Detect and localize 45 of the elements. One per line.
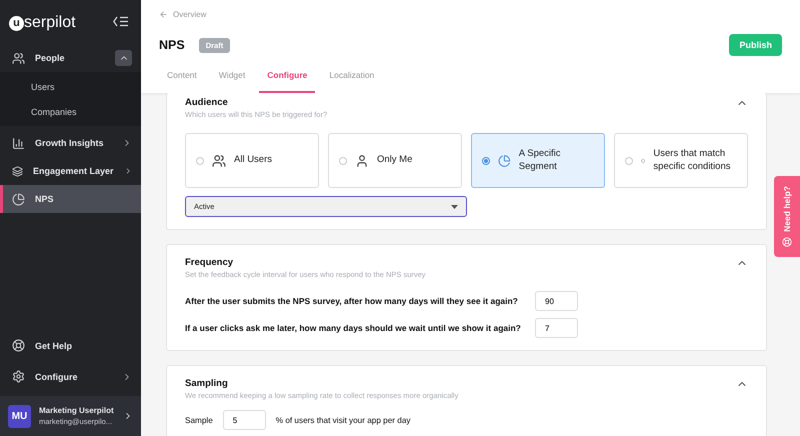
sidebar-subitem[interactable]: Companies bbox=[0, 99, 141, 124]
back-arrow-icon bbox=[159, 10, 168, 19]
radio-icon bbox=[339, 156, 347, 164]
logo-text: serpilot bbox=[24, 14, 76, 32]
caret-icon bbox=[451, 204, 458, 208]
layers-icon bbox=[12, 164, 23, 178]
radio-icon bbox=[482, 156, 490, 164]
pie-chart-icon bbox=[498, 154, 511, 168]
people-icon bbox=[12, 52, 25, 64]
expand-toggle-icon[interactable] bbox=[115, 50, 132, 66]
pie-chart-icon bbox=[12, 192, 25, 206]
section-title: Sampling bbox=[185, 378, 229, 389]
section-title: Frequency bbox=[185, 257, 234, 268]
radio-icon bbox=[625, 156, 633, 164]
bar-chart-icon bbox=[12, 136, 25, 150]
sidebar-item[interactable]: People bbox=[0, 44, 141, 72]
sidebar-item[interactable]: Engagement Layer bbox=[0, 157, 141, 185]
audience-option[interactable]: All Users bbox=[185, 133, 319, 188]
settings-icon bbox=[12, 370, 25, 383]
person-icon bbox=[355, 154, 369, 168]
help-icon bbox=[782, 237, 792, 248]
days-input[interactable]: 7 bbox=[535, 318, 578, 338]
audience-option[interactable]: Users that match specific conditions bbox=[614, 133, 748, 188]
sidebar-item[interactable]: Get Help bbox=[0, 330, 141, 361]
help-icon bbox=[12, 339, 25, 352]
logo-mark: u bbox=[9, 16, 24, 30]
radio-icon bbox=[196, 156, 204, 164]
sample-input[interactable]: 5 bbox=[222, 410, 266, 430]
sample-suffix: % of users that visit your app per day bbox=[276, 416, 410, 424]
question-label: After the user submits the NPS survey, after how many days will they see it again? bbox=[185, 296, 519, 306]
days-input[interactable]: 90 bbox=[535, 291, 578, 311]
account-name: Marketing Userpilot bbox=[39, 406, 115, 416]
page-title: NPS bbox=[159, 38, 185, 52]
avatar: MU bbox=[8, 404, 31, 428]
sidebar-item[interactable]: Growth Insights bbox=[0, 129, 141, 157]
audience-option[interactable]: A Specific Segment bbox=[471, 133, 605, 188]
section-title: Audience bbox=[185, 97, 229, 108]
sidebar-subitem[interactable]: Users bbox=[0, 74, 141, 99]
people-icon bbox=[212, 154, 226, 168]
sidebar-item[interactable]: Configure bbox=[0, 361, 141, 392]
sidebar-item[interactable]: NPS bbox=[0, 185, 141, 213]
question-label: If a user clicks ask me later, how many days should we wait until we show it again? bbox=[185, 323, 522, 333]
audience-option[interactable]: Only Me bbox=[328, 133, 462, 188]
diamond-icon bbox=[641, 156, 646, 164]
sample-label: Sample bbox=[185, 416, 213, 424]
